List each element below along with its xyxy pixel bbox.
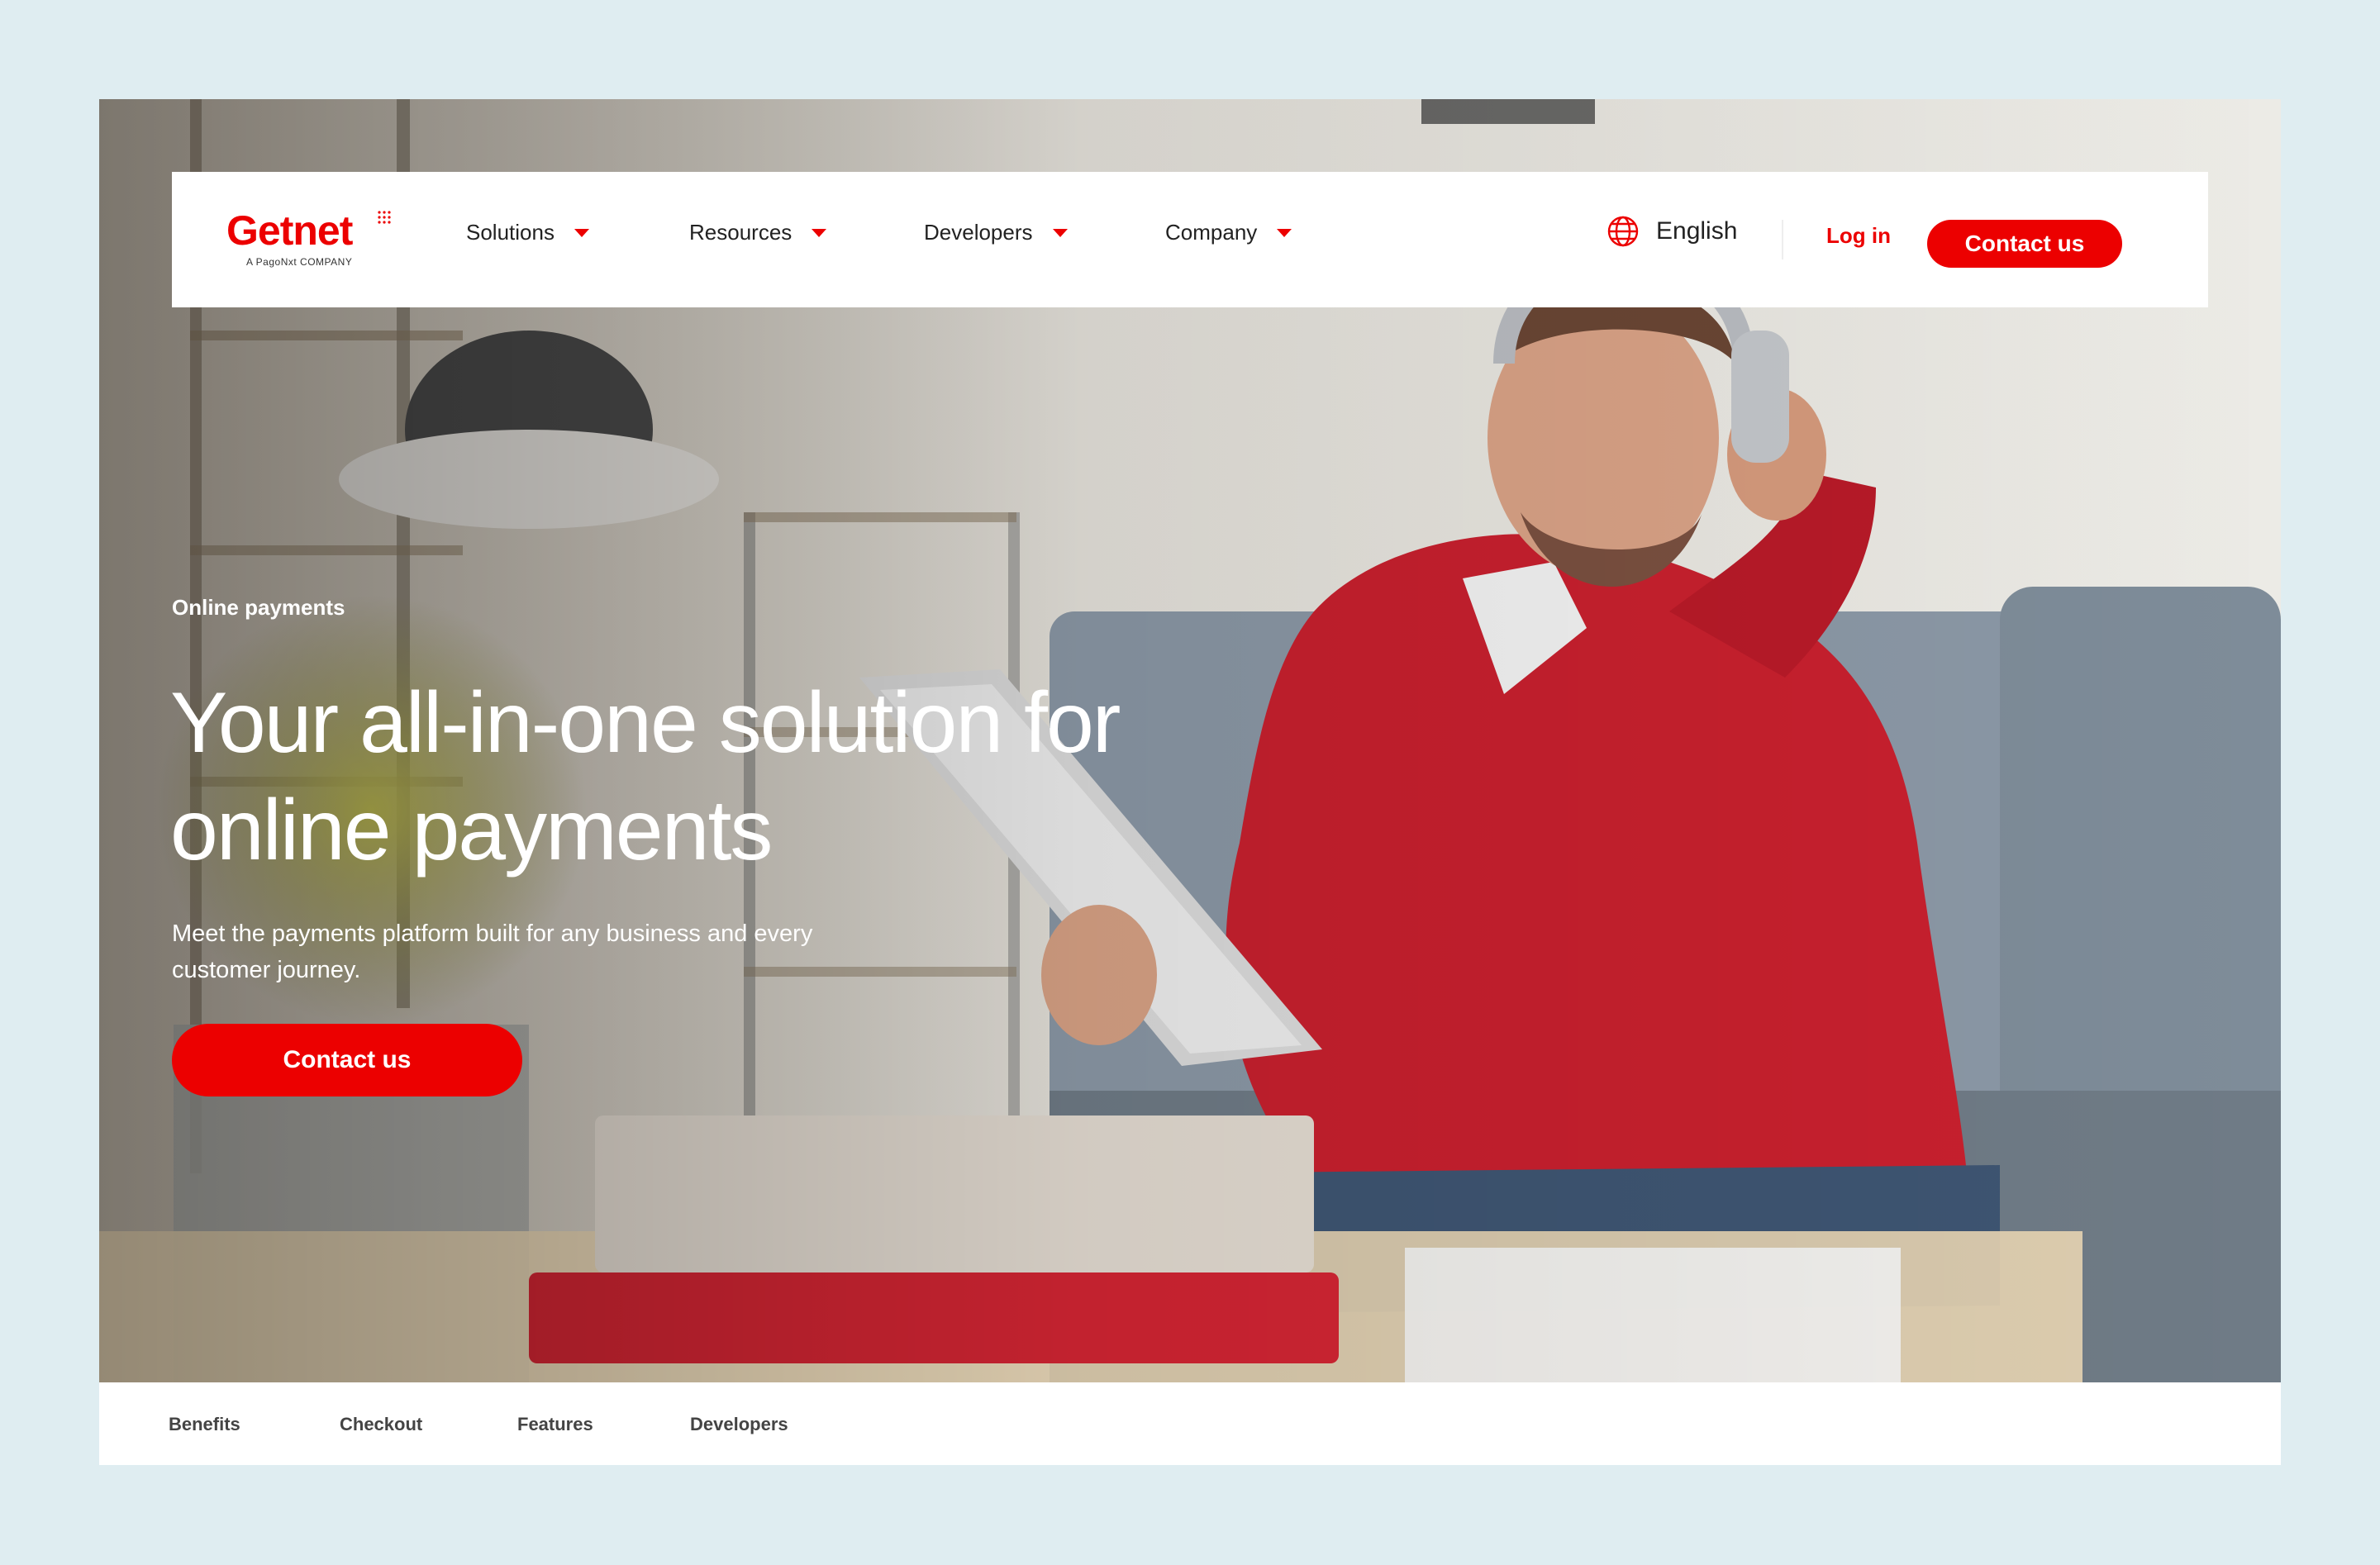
section-navigation: Benefits Checkout Features Developers (99, 1382, 2281, 1465)
logo-tagline: A PagoNxt COMPANY (246, 256, 353, 268)
nav-solutions[interactable]: Solutions (466, 220, 589, 245)
getnet-logo[interactable]: Getnet A PagoNxt COMPANY (226, 207, 392, 274)
hero-section: Getnet A PagoNxt COMPANY Solutions Resou… (99, 99, 2281, 1382)
caret-down-icon (1277, 228, 1292, 237)
caret-down-icon (574, 228, 589, 237)
logo-dots-icon (378, 211, 391, 224)
contact-us-hero-button[interactable]: Contact us (172, 1024, 522, 1096)
page-frame: Getnet A PagoNxt COMPANY Solutions Resou… (99, 99, 2281, 1465)
subnav-benefits[interactable]: Benefits (169, 1414, 240, 1435)
caret-down-icon (1052, 228, 1068, 237)
contact-us-nav-button[interactable]: Contact us (1927, 220, 2122, 268)
hero-eyebrow: Online payments (172, 595, 345, 620)
hero-headline: Your all-in-one solution for online paym… (170, 675, 1121, 878)
nav-company[interactable]: Company (1165, 220, 1292, 245)
nav-company-label: Company (1165, 220, 1258, 245)
language-selector[interactable]: English (1606, 215, 1737, 248)
subnav-checkout[interactable]: Checkout (340, 1414, 422, 1435)
globe-icon (1607, 216, 1639, 247)
login-link[interactable]: Log in (1826, 223, 1891, 249)
top-navigation: Getnet A PagoNxt COMPANY Solutions Resou… (172, 172, 2208, 307)
caret-down-icon (812, 228, 827, 237)
nav-divider (1782, 220, 1783, 259)
nav-developers[interactable]: Developers (924, 220, 1068, 245)
nav-solutions-label: Solutions (466, 220, 555, 245)
nav-resources-label: Resources (689, 220, 793, 245)
language-label: English (1656, 217, 1738, 245)
subnav-developers[interactable]: Developers (690, 1414, 788, 1435)
subnav-features[interactable]: Features (517, 1414, 593, 1435)
nav-developers-label: Developers (924, 220, 1033, 245)
logo-wordmark: Getnet (226, 207, 353, 254)
hero-subtext: Meet the payments platform built for any… (172, 920, 813, 983)
nav-resources[interactable]: Resources (689, 220, 827, 245)
